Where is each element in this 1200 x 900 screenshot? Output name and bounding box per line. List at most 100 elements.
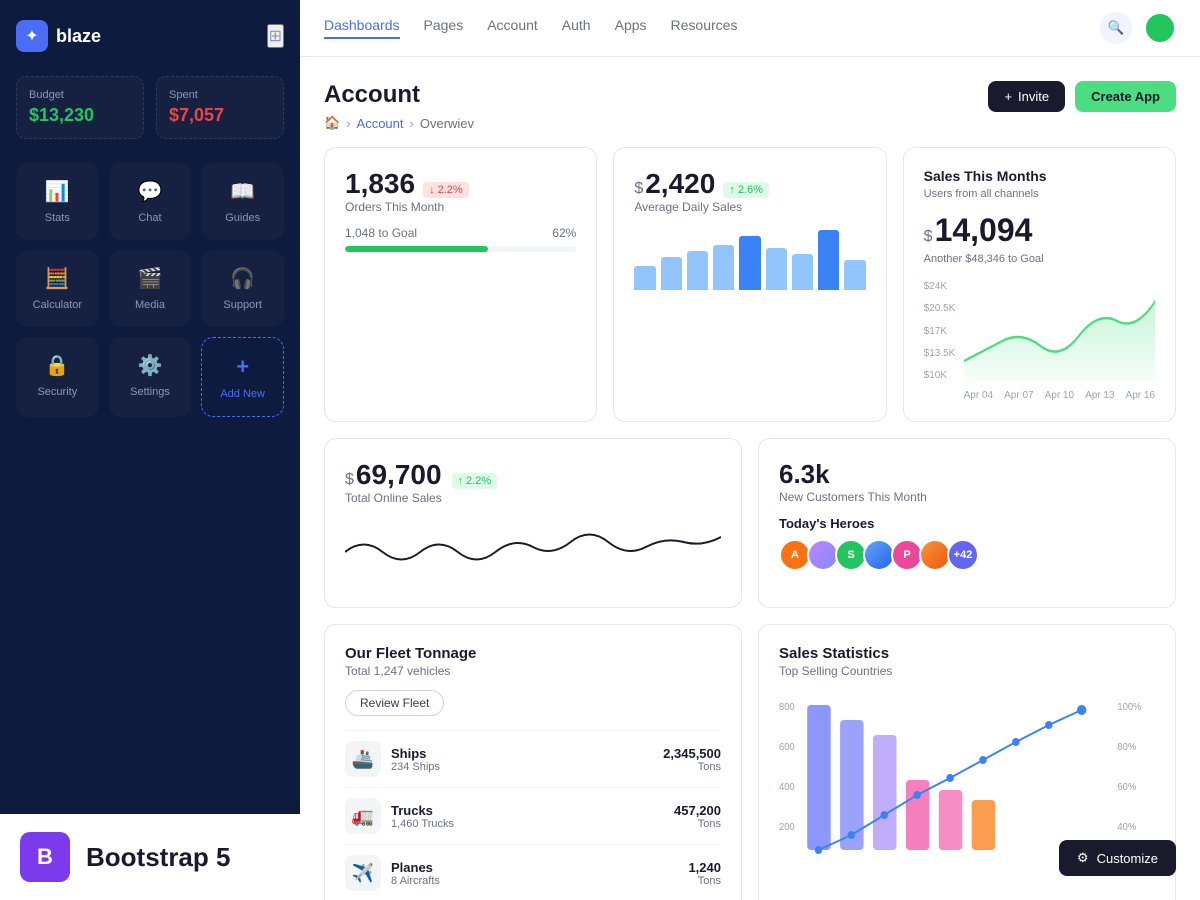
sales-month-card: Sales This Months Users from all channel… xyxy=(903,147,1176,422)
spent-value: $7,057 xyxy=(169,105,271,126)
y-24k: $24K xyxy=(924,281,956,292)
breadcrumb-account[interactable]: Account xyxy=(357,116,404,131)
sales-stats-subtitle: Top Selling Countries xyxy=(779,664,1155,678)
progress-bar-bg xyxy=(345,246,576,252)
breadcrumb: 🏠 › Account › Overwiev xyxy=(324,115,474,131)
fleet-subtitle: Total 1,247 vehicles xyxy=(345,664,721,678)
tab-apps[interactable]: Apps xyxy=(615,17,647,39)
invite-button[interactable]: + Invite xyxy=(988,81,1065,112)
y-205k: $20.5K xyxy=(924,303,956,314)
add-new-icon: + xyxy=(236,354,249,380)
breadcrumb-sep2: › xyxy=(410,116,414,131)
nav-tabs: Dashboards Pages Account Auth Apps Resou… xyxy=(324,17,737,39)
sidebar-item-calculator[interactable]: 🧮 Calculator xyxy=(16,250,99,327)
fleet-left-planes: ✈️ Planes 8 Aircrafts xyxy=(345,855,440,891)
bar-8 xyxy=(818,230,839,290)
stats-row2: $ 69,700 ↑ 2.2% Total Online Sales 6.3k xyxy=(324,438,1176,608)
x-apr13: Apr 13 xyxy=(1085,390,1114,401)
user-avatar[interactable] xyxy=(1144,12,1176,44)
wavy-chart xyxy=(345,517,721,587)
planes-name: Planes xyxy=(391,860,440,875)
bar-2 xyxy=(661,257,682,290)
logo-text: blaze xyxy=(56,26,101,47)
avg-currency: $ xyxy=(634,180,643,198)
sidebar-item-security[interactable]: 🔒 Security xyxy=(16,337,99,417)
stats-label: Stats xyxy=(45,212,70,224)
search-button[interactable]: 🔍 xyxy=(1100,12,1132,44)
customers-value: 6.3k xyxy=(779,459,830,490)
tab-dashboards[interactable]: Dashboards xyxy=(324,17,400,39)
sidebar-item-settings[interactable]: ⚙️ Settings xyxy=(109,337,192,417)
sales-line-chart: $24K $20.5K $17K $13.5K $10K xyxy=(924,281,1155,401)
planes-icon: ✈️ xyxy=(345,855,381,891)
tab-account[interactable]: Account xyxy=(487,17,538,39)
sidebar-item-stats[interactable]: 📊 Stats xyxy=(16,163,99,240)
y-10k: $10K xyxy=(924,370,956,381)
create-app-button[interactable]: Create App xyxy=(1075,81,1176,112)
bootstrap-text: Bootstrap 5 xyxy=(86,842,230,873)
tab-resources[interactable]: Resources xyxy=(671,17,738,39)
sales-stats-title: Sales Statistics xyxy=(779,645,1155,662)
x-apr07: Apr 07 xyxy=(1004,390,1033,401)
svg-text:800: 800 xyxy=(779,702,795,713)
nav-right: 🔍 xyxy=(1100,12,1176,44)
budget-label: Budget xyxy=(29,89,131,101)
spent-card: Spent $7,057 xyxy=(156,76,284,139)
sidebar-item-guides[interactable]: 📖 Guides xyxy=(201,163,284,240)
sidebar-item-add-new[interactable]: + Add New xyxy=(201,337,284,417)
bar-6 xyxy=(766,248,787,290)
ships-value: 2,345,500 xyxy=(663,746,721,761)
y-135k: $13.5K xyxy=(924,348,956,359)
budget-card: Budget $13,230 xyxy=(16,76,144,139)
fleet-row-planes: ✈️ Planes 8 Aircrafts 1,240 Tons xyxy=(345,844,721,900)
calculator-icon: 🧮 xyxy=(45,266,70,291)
calculator-label: Calculator xyxy=(33,299,83,311)
online-badge-val: 2.2% xyxy=(466,475,491,487)
sidebar-item-media[interactable]: 🎬 Media xyxy=(109,250,192,327)
spent-label: Spent xyxy=(169,89,271,101)
x-apr16: Apr 16 xyxy=(1126,390,1155,401)
online-value: 69,700 xyxy=(356,459,442,491)
trucks-unit: Tons xyxy=(674,818,721,830)
svg-text:200: 200 xyxy=(779,822,795,833)
settings-label: Settings xyxy=(130,386,170,398)
customize-button[interactable]: ⚙ Customize xyxy=(1059,840,1176,876)
progress-label: 1,048 to Goal xyxy=(345,226,417,240)
avg-value: 2,420 xyxy=(645,168,715,200)
online-sales-card: $ 69,700 ↑ 2.2% Total Online Sales xyxy=(324,438,742,608)
header-actions: + Invite Create App xyxy=(988,81,1176,112)
x-apr04: Apr 04 xyxy=(964,390,993,401)
trucks-name: Trucks xyxy=(391,803,454,818)
avg-label: Average Daily Sales xyxy=(634,200,865,214)
review-fleet-button[interactable]: Review Fleet xyxy=(345,690,444,716)
bar-9 xyxy=(844,260,865,290)
svg-text:80%: 80% xyxy=(1117,742,1136,753)
planes-info: Planes 8 Aircrafts xyxy=(391,860,440,887)
tab-pages[interactable]: Pages xyxy=(424,17,464,39)
progress-section: 1,048 to Goal 62% xyxy=(345,226,576,252)
logo-icon: ✦ xyxy=(16,20,48,52)
sidebar-item-chat[interactable]: 💬 Chat xyxy=(109,163,192,240)
orders-label: Orders This Month xyxy=(345,200,576,214)
breadcrumb-home[interactable]: 🏠 xyxy=(324,115,340,131)
ships-name: Ships xyxy=(391,746,440,761)
planes-unit: Tons xyxy=(688,875,721,887)
progress-pct: 62% xyxy=(552,226,576,240)
svg-text:60%: 60% xyxy=(1117,782,1136,793)
sidebar-settings-icon[interactable]: ⊞ xyxy=(267,24,284,48)
orders-card: 1,836 ↓ 2.2% Orders This Month 1,048 to … xyxy=(324,147,597,422)
media-label: Media xyxy=(135,299,165,311)
avg-badge: ↑ 2.6% xyxy=(723,182,769,198)
ships-sub: 234 Ships xyxy=(391,761,440,773)
add-new-label: Add New xyxy=(220,388,265,400)
chat-label: Chat xyxy=(138,212,161,224)
sidebar-item-support[interactable]: 🎧 Support xyxy=(201,250,284,327)
fleet-row-ships: 🚢 Ships 234 Ships 2,345,500 Tons xyxy=(345,730,721,787)
avg-sales-card: $ 2,420 ↑ 2.6% Average Daily Sales xyxy=(613,147,886,422)
progress-bar-fill xyxy=(345,246,488,252)
hero-avatar-more: +42 xyxy=(947,539,979,571)
sales-amount: 14,094 xyxy=(935,212,1033,249)
tab-auth[interactable]: Auth xyxy=(562,17,591,39)
sidebar-header: ✦ blaze ⊞ xyxy=(16,20,284,52)
online-currency: $ xyxy=(345,471,354,489)
